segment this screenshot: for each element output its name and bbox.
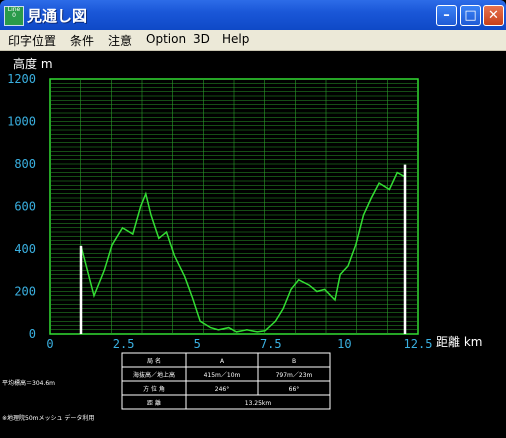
menu-bar: 印字位置 条件 注意 Option 3D Help — [0, 30, 506, 51]
menu-item-notes[interactable]: 注意 — [108, 32, 132, 49]
table-header-b: B — [292, 358, 296, 365]
window-title: 見通し図 — [27, 7, 88, 25]
table-row-label: 海抜高／地上高 — [133, 371, 175, 379]
y-axis-label: 高度 m — [13, 56, 53, 71]
x-tick-label: 0 — [46, 337, 53, 351]
minimize-icon: – — [443, 8, 450, 23]
y-tick-label: 0 — [29, 327, 36, 341]
menu-item-conditions[interactable]: 条件 — [70, 32, 94, 49]
menu-item-3d[interactable]: 3D — [193, 32, 210, 46]
elevation-profile-chart: 高度 m 距離 km 0 200 400 600 800 1000 1200 0 2.5 5 7.5… — [2, 56, 482, 422]
y-tick-label: 1000 — [7, 115, 36, 129]
table-cell: 415m／10m — [204, 372, 241, 379]
maximize-icon: □ — [464, 8, 477, 23]
table-cell: 797m／23m — [276, 372, 313, 379]
menu-item-option[interactable]: Option — [146, 32, 186, 46]
data-source-note: ※地理院50mメッシュ データ利用 — [2, 414, 94, 422]
table-header-station: 局 名 — [147, 357, 161, 365]
x-tick-label: 5 — [194, 337, 201, 351]
station-info-table: 局 名 A B 海抜高／地上高 415m／10m 797m／23m 方 位 角 … — [121, 352, 331, 410]
x-tick-label: 10 — [337, 337, 351, 351]
y-tick-label: 400 — [14, 242, 36, 256]
table-cell: 246° — [215, 386, 229, 393]
menu-item-print-position[interactable]: 印字位置 — [8, 32, 56, 49]
maximize-button[interactable]: □ — [460, 5, 481, 26]
table-row-label: 距 離 — [147, 399, 161, 407]
close-button[interactable]: ✕ — [483, 5, 504, 26]
minimize-button[interactable]: – — [436, 5, 457, 26]
profile-plot-area: 高度 m 距離 km 0 200 400 600 800 1000 1200 0 2.5 5 7.5… — [0, 51, 506, 434]
x-tick-label: 7.5 — [260, 337, 282, 351]
y-tick-label: 600 — [14, 200, 36, 214]
table-cell: 13.25km — [245, 400, 272, 407]
x-axis-label: 距離 km — [436, 335, 482, 349]
table-cell: 66° — [289, 386, 300, 393]
x-tick-label: 12.5 — [404, 337, 433, 351]
average-elevation-note: 平均標高＝304.6m — [2, 379, 55, 387]
table-row-label: 方 位 角 — [143, 385, 165, 393]
app-icon[interactable]: Line 0 — [4, 6, 24, 26]
menu-item-help[interactable]: Help — [222, 32, 249, 46]
y-tick-label: 200 — [14, 285, 36, 299]
y-tick-label: 800 — [14, 157, 36, 171]
title-bar: Line 0 見通し図 – □ ✕ — [0, 0, 506, 30]
x-tick-label: 2.5 — [113, 337, 135, 351]
close-icon: ✕ — [488, 8, 499, 23]
y-tick-label: 1200 — [7, 72, 36, 86]
